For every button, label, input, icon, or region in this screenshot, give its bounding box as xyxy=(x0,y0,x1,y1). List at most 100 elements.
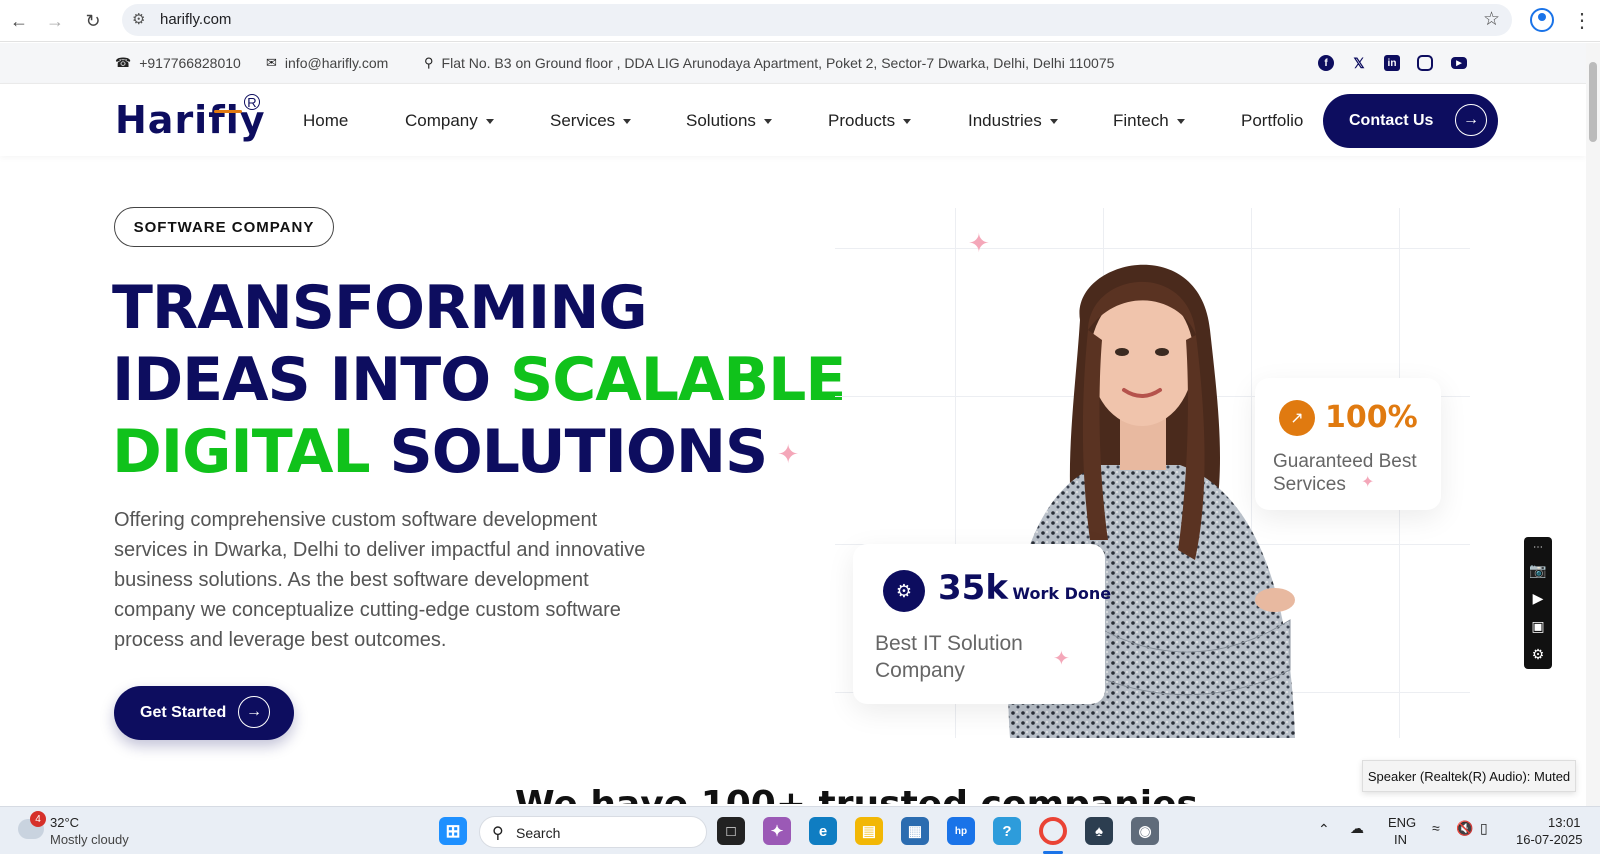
back-arrow-icon[interactable]: ← xyxy=(6,8,32,34)
headline-line-3: DIGITAL SOLUTIONS ✦ xyxy=(112,416,845,491)
nav-portfolio[interactable]: Portfolio xyxy=(1241,111,1303,131)
weather-desc[interactable]: Mostly cloudy xyxy=(50,832,129,847)
youtube-icon[interactable]: ▶ xyxy=(1451,57,1467,69)
work-suffix: Work Done xyxy=(1012,584,1112,603)
capture-toolbar: ⋯ 📷 ▶ ▣ ⚙ xyxy=(1524,537,1552,669)
window-icon[interactable]: ▣ xyxy=(1529,619,1547,633)
caret-down-icon xyxy=(485,119,494,125)
nav-label: Products xyxy=(828,111,896,130)
headline-digital: DIGITAL xyxy=(112,417,371,487)
site-header: Harifly R Home Company Services Solution… xyxy=(0,84,1586,156)
clock-date[interactable]: 16-07-2025 xyxy=(1516,832,1583,847)
envelope-icon: ✉ xyxy=(266,55,277,70)
nav-solutions[interactable]: Solutions xyxy=(686,111,772,131)
work-done-value: 35k Work Done xyxy=(938,568,1111,608)
language-top[interactable]: ENG xyxy=(1388,815,1416,830)
address-contact: ⚲ Flat No. B3 on Ground floor , DDA LIG … xyxy=(424,55,1114,71)
instagram-icon[interactable] xyxy=(1417,55,1433,71)
task-view-icon[interactable]: □ xyxy=(717,817,745,845)
x-icon[interactable]: 𝕏 xyxy=(1351,55,1367,71)
site-settings-icon[interactable]: ⚙ xyxy=(132,10,145,28)
nav-products[interactable]: Products xyxy=(828,111,912,131)
nav-label: Portfolio xyxy=(1241,111,1304,130)
taskbar-search[interactable]: ⚲ Search xyxy=(479,816,707,848)
nav-home[interactable]: Home xyxy=(303,111,348,131)
edge-icon[interactable]: e xyxy=(809,817,837,845)
caret-down-icon xyxy=(763,119,772,125)
contact-us-label: Contact Us xyxy=(1349,112,1434,129)
facebook-icon[interactable]: f xyxy=(1318,55,1334,71)
contact-us-button[interactable]: Contact Us → xyxy=(1323,94,1498,148)
nav-services[interactable]: Services xyxy=(550,111,632,131)
reload-icon[interactable]: ↻ xyxy=(80,8,106,34)
wifi-icon[interactable]: ≈ xyxy=(1432,820,1440,836)
linkedin-icon[interactable]: in xyxy=(1384,55,1400,71)
url-text[interactable]: harifly.com xyxy=(160,11,231,28)
nav-label: Company xyxy=(405,111,478,130)
browser-menu-icon[interactable]: ⋮ xyxy=(1572,8,1592,33)
clock-time[interactable]: 13:01 xyxy=(1548,815,1581,830)
myhp-icon[interactable]: hp xyxy=(947,817,975,845)
browser-toolbar: ← → ↻ ⚙ harifly.com ☆ ⋮ xyxy=(0,0,1600,42)
percent-label: Guaranteed Best Services xyxy=(1273,451,1417,495)
forward-arrow-icon[interactable]: → xyxy=(42,8,68,34)
nav-label: Fintech xyxy=(1113,111,1169,130)
phone-contact[interactable]: ☎ +917766828010 xyxy=(115,55,241,71)
nav-industries[interactable]: Industries xyxy=(968,111,1058,131)
work-done-stat-card: ⚙ 35k Work Done Best IT Solution Company… xyxy=(853,544,1111,704)
weather-badge: 4 xyxy=(30,811,46,827)
hero-description: Offering comprehensive custom software d… xyxy=(114,509,646,651)
help-icon[interactable]: ? xyxy=(993,817,1021,845)
language-bottom[interactable]: IN xyxy=(1394,832,1407,847)
solitaire-icon[interactable]: ♠ xyxy=(1085,817,1113,845)
windows-taskbar: 4 32°C Mostly cloudy ⊞ ⚲ Search □ ✦ e ▤ … xyxy=(0,806,1600,854)
more-dots-icon[interactable]: ⋯ xyxy=(1529,541,1547,555)
headline-solutions: SOLUTIONS xyxy=(369,417,769,487)
caret-down-icon xyxy=(1176,119,1185,125)
sparkle-icon: ✦ xyxy=(968,228,990,258)
camera-icon[interactable]: 📷 xyxy=(1529,563,1547,577)
get-started-button[interactable]: Get Started → xyxy=(114,686,294,740)
address-bar[interactable]: ⚙ harifly.com ☆ xyxy=(122,4,1512,36)
gear-icon[interactable]: ⚙ xyxy=(1529,647,1547,661)
scrollbar-thumb[interactable] xyxy=(1589,62,1597,142)
speaker-muted-icon[interactable]: 🔇 xyxy=(1456,820,1473,837)
sparkle-icon: ✦ xyxy=(1361,474,1375,491)
windows-start-icon[interactable]: ⊞ xyxy=(439,817,467,845)
nav-company[interactable]: Company xyxy=(405,111,494,131)
chevron-up-icon[interactable]: ⌃ xyxy=(1318,821,1330,838)
address-text: Flat No. B3 on Ground floor , DDA LIG Ar… xyxy=(441,55,1115,71)
email-contact[interactable]: ✉ info@harifly.com xyxy=(266,55,388,71)
percent-value: 100% xyxy=(1325,400,1418,435)
nav-fintech[interactable]: Fintech xyxy=(1113,111,1185,131)
logo-swoosh xyxy=(214,110,242,113)
weather-temp[interactable]: 32°C xyxy=(50,815,79,830)
software-company-badge: SOFTWARE COMPANY xyxy=(114,207,334,247)
app-icon[interactable]: ◉ xyxy=(1131,817,1159,845)
contact-topbar: ☎ +917766828010 ✉ info@harifly.com ⚲ Fla… xyxy=(0,43,1586,84)
chrome-icon[interactable] xyxy=(1039,817,1067,845)
file-explorer-icon[interactable]: ▤ xyxy=(855,817,883,845)
email-text[interactable]: info@harifly.com xyxy=(285,55,388,71)
nav-label: Services xyxy=(550,111,616,130)
headline-scalable: SCALABLE xyxy=(510,345,846,415)
headline-line-1: TRANSFORMING xyxy=(112,273,648,343)
sparkle-icon: ✦ xyxy=(1053,648,1070,670)
store-icon[interactable]: ▦ xyxy=(901,817,929,845)
site-logo[interactable]: Harifly xyxy=(115,98,266,142)
arrow-right-icon: → xyxy=(1455,104,1487,136)
search-placeholder: Search xyxy=(516,825,561,841)
hero-headline: TRANSFORMING IDEAS INTO SCALABLE DIGITAL… xyxy=(112,272,846,491)
page-scrollbar[interactable] xyxy=(1586,43,1600,806)
headline-line-2: IDEAS INTO SCALABLE xyxy=(112,344,846,416)
arrow-right-icon: → xyxy=(238,696,270,728)
caret-down-icon xyxy=(1049,119,1058,125)
copilot-icon[interactable]: ✦ xyxy=(763,817,791,845)
onedrive-icon[interactable]: ☁ xyxy=(1350,820,1364,837)
video-icon[interactable]: ▶ xyxy=(1529,591,1547,605)
phone-text[interactable]: +917766828010 xyxy=(139,55,241,71)
profile-icon[interactable] xyxy=(1530,8,1554,32)
battery-icon[interactable]: ▯ xyxy=(1480,820,1488,837)
audio-muted-toast: Speaker (Realtek(R) Audio): Muted xyxy=(1362,760,1576,792)
bookmark-star-icon[interactable]: ☆ xyxy=(1483,8,1500,31)
